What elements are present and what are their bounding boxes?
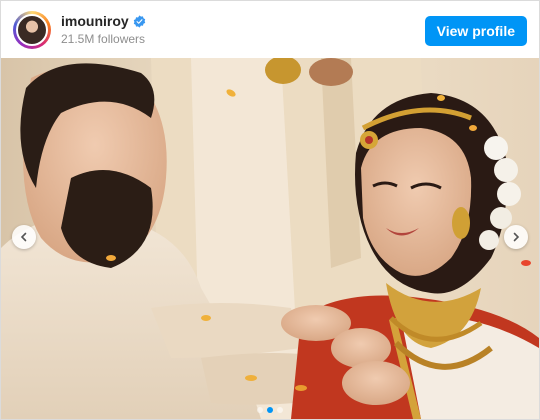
carousel-indicator xyxy=(257,407,283,413)
post-photo[interactable] xyxy=(1,58,539,419)
username[interactable]: imouniroy xyxy=(61,13,129,29)
wedding-photo-illustration xyxy=(1,58,539,419)
avatar-image xyxy=(16,13,48,46)
carousel-next-button[interactable] xyxy=(504,225,528,249)
user-info: imouniroy 21.5M followers xyxy=(61,13,146,46)
chevron-left-icon xyxy=(19,232,29,242)
verified-badge-icon xyxy=(133,14,146,28)
chevron-right-icon xyxy=(511,232,521,242)
view-profile-button[interactable]: View profile xyxy=(424,16,527,46)
carousel-dot[interactable] xyxy=(277,407,283,413)
avatar[interactable] xyxy=(13,10,51,49)
carousel-dot[interactable] xyxy=(267,407,273,413)
follower-count: 21.5M followers xyxy=(61,32,146,46)
username-row: imouniroy xyxy=(61,13,146,29)
carousel-dot[interactable] xyxy=(257,407,263,413)
post-header: imouniroy 21.5M followers View profile xyxy=(1,1,539,58)
carousel-prev-button[interactable] xyxy=(12,225,36,249)
instagram-post-embed: imouniroy 21.5M followers View profile xyxy=(0,0,540,420)
